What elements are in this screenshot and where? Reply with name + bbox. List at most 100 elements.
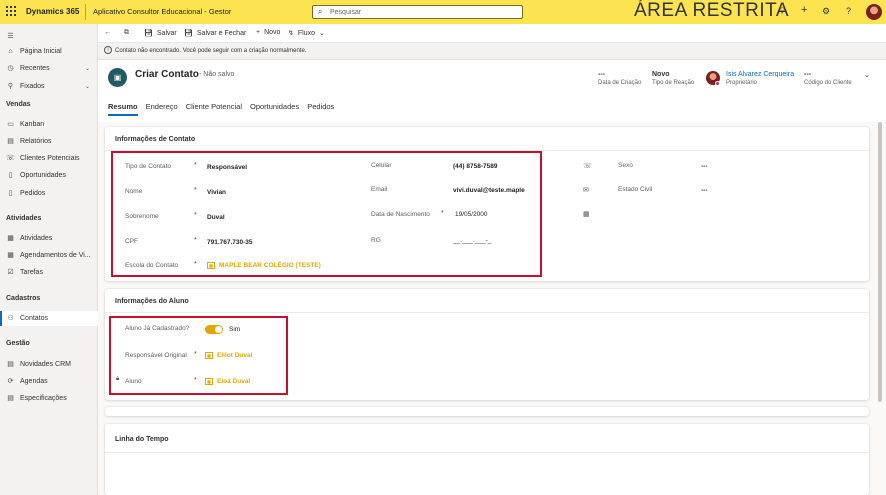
- tab-summary[interactable]: Resumo: [108, 102, 138, 116]
- sidebar-item-tasks[interactable]: ☑ Tarefas: [6, 266, 96, 278]
- save-label: Salvar: [156, 29, 177, 37]
- notification-text: Contato não encontrado. Você pode seguir…: [115, 48, 307, 54]
- sidebar-item-label: Página Inicial: [20, 47, 62, 55]
- report-icon: ▤: [7, 138, 14, 145]
- top-bar: Dynamics 365 Aplicativo Consultor Educac…: [0, 0, 886, 24]
- save-close-button[interactable]: 💾︎ Salvar e Fechar: [184, 29, 246, 38]
- command-bar: ← ⧉ 💾︎ Salvar 💾︎ Salvar e Fechar + Novo ↯ Fl…: [98, 24, 886, 43]
- sidebar-item-agendas[interactable]: ⟳ Agendas: [6, 375, 96, 387]
- arrow-left-icon: ←: [104, 29, 111, 36]
- sidebar: ☰ ⌂ Página Inicial ◷ Recentes ⌄ ⚲ Fixados ⌄ V…: [0, 24, 98, 495]
- record-header: ▣ Criar Contato - Não salvo --- Data de …: [98, 60, 886, 122]
- header-expand-chevron-icon[interactable]: ⌄: [864, 71, 870, 79]
- app-launcher-icon[interactable]: [6, 6, 16, 16]
- clock-icon: ◷: [7, 65, 14, 72]
- tab-lead[interactable]: Cliente Potencial: [186, 102, 242, 116]
- gender-field[interactable]: ---: [701, 163, 708, 170]
- sidebar-item-activities[interactable]: ▦ Atividades: [6, 232, 96, 244]
- header-field-owner[interactable]: Isis Alvarez Cerqueira Proprietário: [726, 71, 794, 86]
- kanban-icon: ▭: [7, 121, 14, 128]
- spec-icon: ▤: [7, 395, 14, 402]
- search-icon: ⌕: [318, 7, 323, 16]
- sidebar-item-recent[interactable]: ◷ Recentes ⌄: [6, 62, 96, 74]
- header-field-value: ---: [804, 71, 811, 78]
- search-placeholder: Pesquisar: [330, 8, 362, 16]
- header-field-reaction-type: Novo Tipo de Reação: [652, 71, 694, 86]
- header-field-label: Proprietário: [726, 80, 758, 86]
- tab-address[interactable]: Endereço: [146, 102, 178, 116]
- news-icon: ▤: [7, 361, 14, 368]
- header-field-customer-code: --- Código do Cliente: [804, 71, 852, 86]
- sidebar-item-label: Fixados: [20, 82, 45, 90]
- sync-icon: ⟳: [7, 378, 14, 385]
- new-button[interactable]: + Novo: [256, 29, 280, 36]
- user-avatar[interactable]: [866, 4, 882, 20]
- sidebar-section-title: Gestão: [6, 340, 30, 347]
- divider: [85, 4, 86, 20]
- back-button[interactable]: ←: [104, 29, 115, 36]
- calendar-icon[interactable]: ▦: [583, 210, 590, 218]
- divider: [105, 452, 869, 453]
- page-title: Criar Contato: [135, 69, 199, 80]
- plus-icon: +: [256, 29, 261, 36]
- home-icon: ⌂: [8, 47, 13, 55]
- flow-icon: ↯: [288, 30, 294, 37]
- popout-button[interactable]: ⧉: [124, 29, 133, 37]
- section-title: Linha do Tempo: [115, 436, 169, 443]
- gear-icon[interactable]: ⚙: [822, 6, 830, 17]
- owner-link[interactable]: Isis Alvarez Cerqueira: [726, 71, 794, 78]
- app-name[interactable]: Dynamics 365: [26, 7, 79, 16]
- search-box[interactable]: ⌕ Pesquisar: [312, 5, 523, 19]
- sidebar-item-label: Relatórios: [20, 137, 52, 145]
- sidebar-item-label: Especificações: [20, 394, 67, 402]
- hamburger-icon: ☰: [7, 33, 14, 40]
- field-label-marital-status: Estado Civil: [618, 186, 653, 193]
- marital-status-field[interactable]: ---: [701, 187, 708, 194]
- save-icon: 💾︎: [144, 30, 153, 37]
- tab-orders[interactable]: Pedidos: [307, 102, 334, 116]
- email-icon[interactable]: ✉: [583, 186, 589, 194]
- sidebar-item-visits[interactable]: ▦ Agendamentos de Vi...: [6, 249, 96, 261]
- tab-opportunities[interactable]: Oportunidades: [250, 102, 299, 116]
- sidebar-item-label: Tarefas: [20, 268, 43, 276]
- flow-button[interactable]: ↯ Fluxo ⌄: [288, 29, 329, 38]
- chevron-down-icon[interactable]: ⌄: [85, 65, 90, 72]
- sidebar-item-leads[interactable]: ☏ Clientes Potenciais: [6, 152, 96, 164]
- help-icon[interactable]: ?: [846, 6, 851, 16]
- popout-icon: ⧉: [124, 29, 129, 36]
- sidebar-item-label: Novidades CRM: [20, 360, 71, 368]
- sidebar-item-label: Clientes Potenciais: [20, 154, 80, 162]
- plus-icon[interactable]: +: [801, 4, 807, 16]
- sidebar-item-label: Pedidos: [20, 189, 46, 197]
- sidebar-item-contacts[interactable]: ⚇ Contatos: [6, 312, 96, 324]
- sidebar-item-label: Oportunidades: [20, 171, 66, 179]
- order-icon: ▯: [8, 190, 13, 197]
- presence-status-icon: [715, 81, 720, 86]
- lightbulb-icon[interactable]: 💡︎: [779, 6, 785, 17]
- save-close-icon: 💾︎: [184, 30, 193, 37]
- timeline-section: Linha do Tempo: [105, 424, 869, 495]
- sidebar-item-reports[interactable]: ▤ Relatórios: [6, 135, 96, 147]
- divider: [105, 312, 869, 313]
- sidebar-item-specs[interactable]: ▤ Especificações: [6, 392, 96, 404]
- sidebar-item-opportunities[interactable]: ▯ Oportunidades: [6, 169, 96, 181]
- chevron-down-icon: ⌄: [319, 30, 325, 37]
- chevron-down-icon[interactable]: ⌄: [85, 83, 90, 90]
- sidebar-item-pinned[interactable]: ⚲ Fixados ⌄: [6, 80, 96, 92]
- activities-icon: ▦: [7, 235, 14, 242]
- hamburger-menu[interactable]: ☰: [6, 30, 96, 42]
- sidebar-item-orders[interactable]: ▯ Pedidos: [6, 187, 96, 199]
- sidebar-item-crm-news[interactable]: ▤ Novidades CRM: [6, 358, 96, 370]
- sidebar-item-home[interactable]: ⌂ Página Inicial: [6, 45, 96, 57]
- sidebar-section-title: Vendas: [6, 101, 31, 108]
- section-title: Informações do Aluno: [115, 298, 189, 305]
- sidebar-item-kanban[interactable]: ▭ Kanban: [6, 118, 96, 130]
- sidebar-active-indicator: [0, 311, 2, 326]
- empty-section: [105, 407, 869, 416]
- scrollbar[interactable]: [878, 122, 882, 402]
- save-button[interactable]: 💾︎ Salvar: [144, 29, 177, 38]
- contact-entity-icon: ▣: [108, 68, 127, 87]
- tab-list: Resumo Endereço Cliente Potencial Oportu…: [108, 102, 334, 116]
- phone-icon[interactable]: ☏: [583, 162, 592, 170]
- app-title[interactable]: Aplicativo Consultor Educacional - Gesto…: [93, 7, 231, 16]
